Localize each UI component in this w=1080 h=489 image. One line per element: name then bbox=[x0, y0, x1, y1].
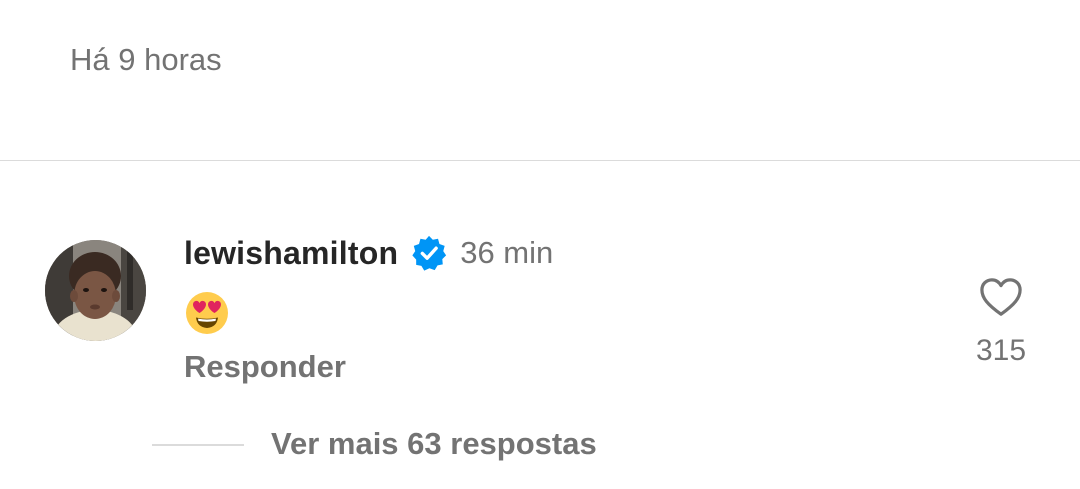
comment-timestamp: 36 min bbox=[460, 235, 554, 270]
comment-text bbox=[184, 290, 230, 336]
avatar-image bbox=[45, 240, 146, 341]
comment-header: lewishamilton 36 min bbox=[184, 232, 553, 274]
avatar[interactable] bbox=[45, 240, 146, 341]
section-divider bbox=[0, 160, 1080, 161]
heart-eyes-emoji-icon bbox=[186, 292, 228, 334]
view-more-replies-button[interactable]: Ver mais 63 respostas bbox=[271, 426, 597, 462]
verified-badge-icon bbox=[410, 234, 448, 272]
like-count: 315 bbox=[975, 334, 1027, 367]
comment-username[interactable]: lewishamilton bbox=[184, 235, 398, 272]
replies-divider-line bbox=[152, 444, 244, 446]
heart-outline-icon[interactable] bbox=[978, 276, 1024, 318]
reply-button[interactable]: Responder bbox=[184, 349, 346, 385]
like-control: 315 bbox=[968, 276, 1034, 368]
post-timestamp: Há 9 horas bbox=[70, 42, 222, 77]
comments-page: Há 9 horas lewishamilton 36 min Responde… bbox=[0, 0, 1080, 489]
